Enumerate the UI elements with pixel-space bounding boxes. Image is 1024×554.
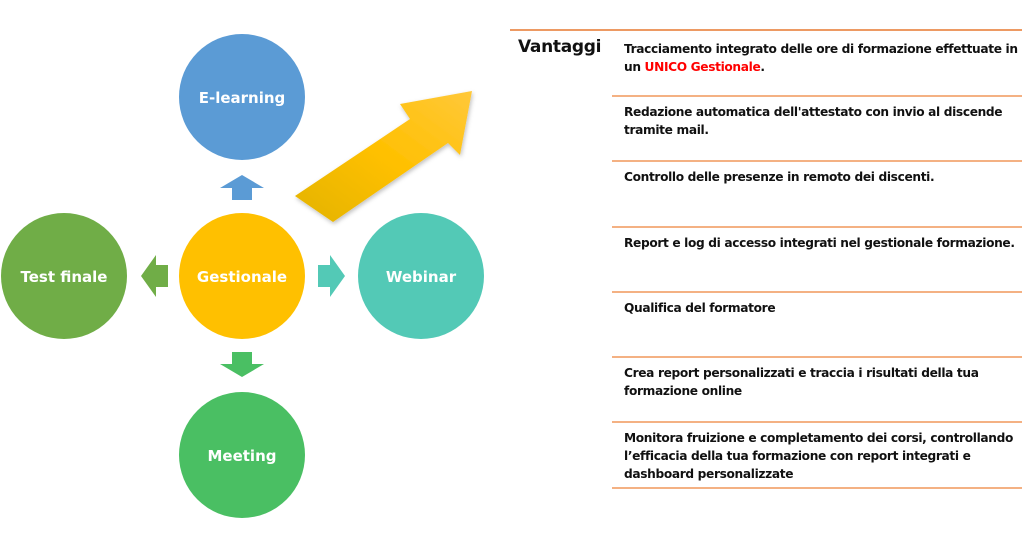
- row-divider: [612, 421, 1022, 423]
- arrow-down-icon: [220, 352, 264, 377]
- node-meeting[interactable]: Meeting: [179, 392, 305, 518]
- benefit-row: Monitora fruizione e completamento dei c…: [624, 431, 1013, 481]
- benefit-row: Qualifica del formatore: [624, 301, 776, 315]
- benefit-row: Controllo delle presenze in remoto dei d…: [624, 170, 935, 184]
- node-gestionale[interactable]: Gestionale: [179, 213, 305, 339]
- node-elearning[interactable]: E-learning: [179, 34, 305, 160]
- benefit-row: Redazione automatica dell'attestato con …: [624, 105, 1003, 137]
- row-divider: [612, 226, 1022, 228]
- row-divider: [612, 95, 1022, 97]
- row-divider: [612, 487, 1022, 489]
- benefit-row: Report e log di accesso integrati nel ge…: [624, 236, 1015, 250]
- node-label: Meeting: [207, 447, 276, 465]
- node-test-finale[interactable]: Test finale: [1, 213, 127, 339]
- benefit-text-end: .: [760, 60, 765, 74]
- node-label: Test finale: [21, 268, 108, 286]
- arrow-right-icon: [318, 255, 345, 297]
- node-label: Gestionale: [197, 268, 287, 286]
- benefit-row: Crea report personalizzati e traccia i r…: [624, 366, 979, 398]
- arrow-left-icon: [141, 255, 168, 297]
- node-label: E-learning: [199, 89, 286, 107]
- table-top-divider: [510, 29, 1022, 31]
- hub-diagram: E-learning Gestionale Webinar Meeting Te…: [1, 34, 484, 518]
- growth-arrow-icon: [295, 91, 472, 222]
- row-divider: [612, 356, 1022, 358]
- benefit-highlight: UNICO Gestionale: [644, 60, 761, 74]
- arrow-up-icon: [220, 175, 264, 200]
- node-label: Webinar: [386, 268, 457, 286]
- benefit-row: Tracciamento integrato delle ore di form…: [624, 40, 1019, 76]
- row-divider: [612, 160, 1022, 162]
- row-divider: [612, 291, 1022, 293]
- node-webinar[interactable]: Webinar: [358, 213, 484, 339]
- vantaggi-heading: Vantaggi: [518, 37, 602, 57]
